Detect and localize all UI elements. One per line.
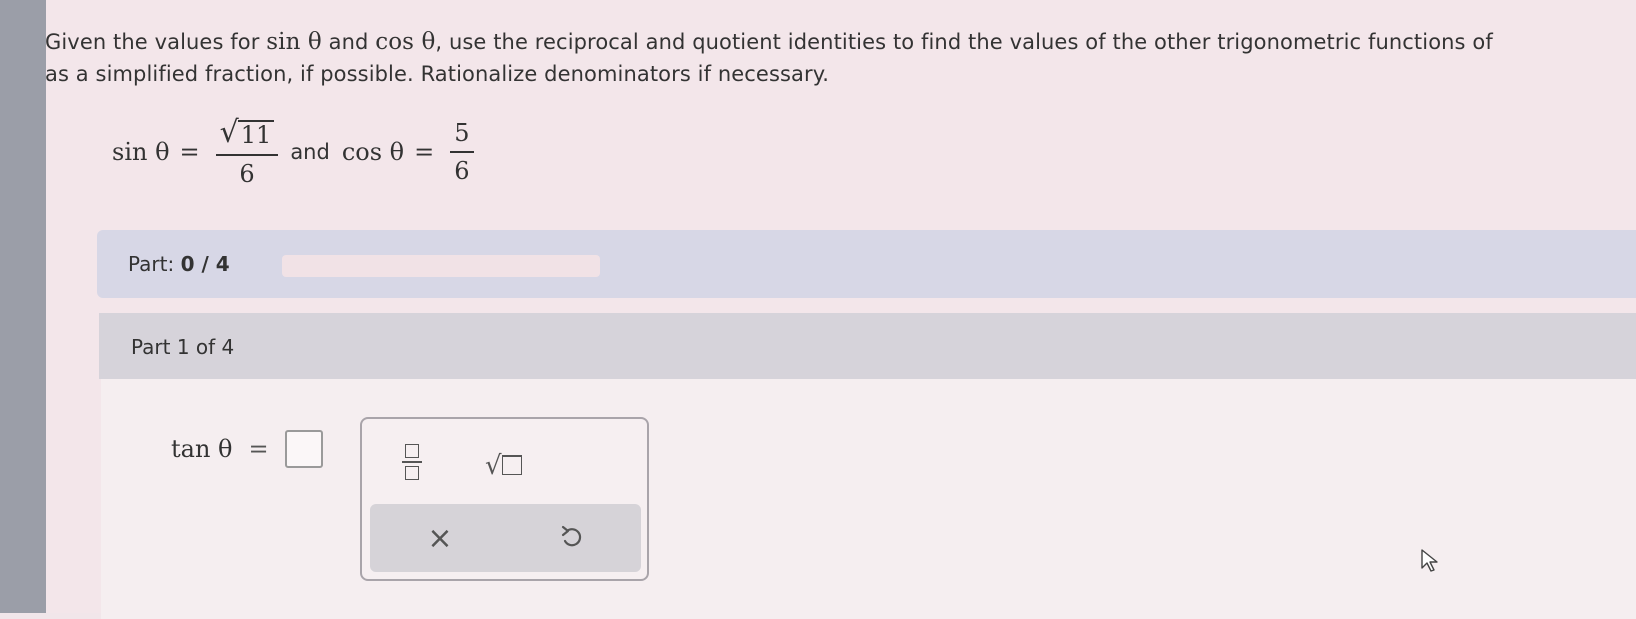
radicand-box [501,455,522,475]
radical-sign: √ [219,115,239,150]
question-part: , use the reciprocal and quotient identi… [435,30,1493,54]
progress-label-text: Part: [128,252,175,276]
math-keypad: √ × [360,417,649,581]
part-title: Part 1 of 4 [131,335,235,359]
radicand: 11 [237,119,275,148]
fraction-icon[interactable] [400,438,424,486]
cos-label: cos θ [375,29,436,55]
sqrt-expression: √ 11 [220,118,275,148]
sqrt-icon[interactable]: √ [485,445,522,479]
progress-track [282,255,600,277]
equals-sign: = [248,435,269,463]
sin-fraction: √ 11 6 [215,118,279,188]
keypad-action-bar: × [370,504,641,572]
fraction-line [402,461,422,463]
given-values: sin θ = √ 11 6 and cos θ = 5 6 [112,112,482,192]
sin-numerator: √ 11 [216,118,279,154]
mouse-cursor-icon [1420,548,1440,574]
undo-icon[interactable] [556,522,588,554]
cos-lhs: cos θ [341,138,405,166]
cos-numerator: 5 [454,119,470,147]
progress-label: Part: 0 / 4 [128,252,230,276]
tan-answer-row: tan θ = [171,430,323,468]
part-progress-bar: Part: 0 / 4 [97,230,1636,298]
and-word: and [290,140,330,164]
left-rail [0,0,46,613]
sin-denominator: 6 [239,160,255,188]
tan-lhs: tan θ [171,435,233,463]
denominator-box [405,466,419,480]
radical-sign: √ [485,451,502,481]
numerator-box [405,444,419,458]
progress-value: 0 / 4 [180,252,230,276]
equals-sign: = [179,138,200,166]
question-text: Given the values for sin θ and cos θ, us… [45,26,1605,90]
sin-label: sin θ [266,29,322,55]
cos-denominator: 6 [454,157,470,185]
cos-fraction: 5 6 [450,119,474,185]
sin-lhs: sin θ [112,138,170,166]
clear-button[interactable]: × [424,521,456,556]
part-body [101,379,1636,619]
part-header: Part 1 of 4 [99,313,1636,379]
answer-input[interactable] [284,430,323,468]
question-part: Given the values for [45,30,267,54]
equals-sign: = [414,138,435,166]
question-part: as a simplified fraction, if possible. R… [45,62,830,86]
question-part: and [321,30,376,54]
